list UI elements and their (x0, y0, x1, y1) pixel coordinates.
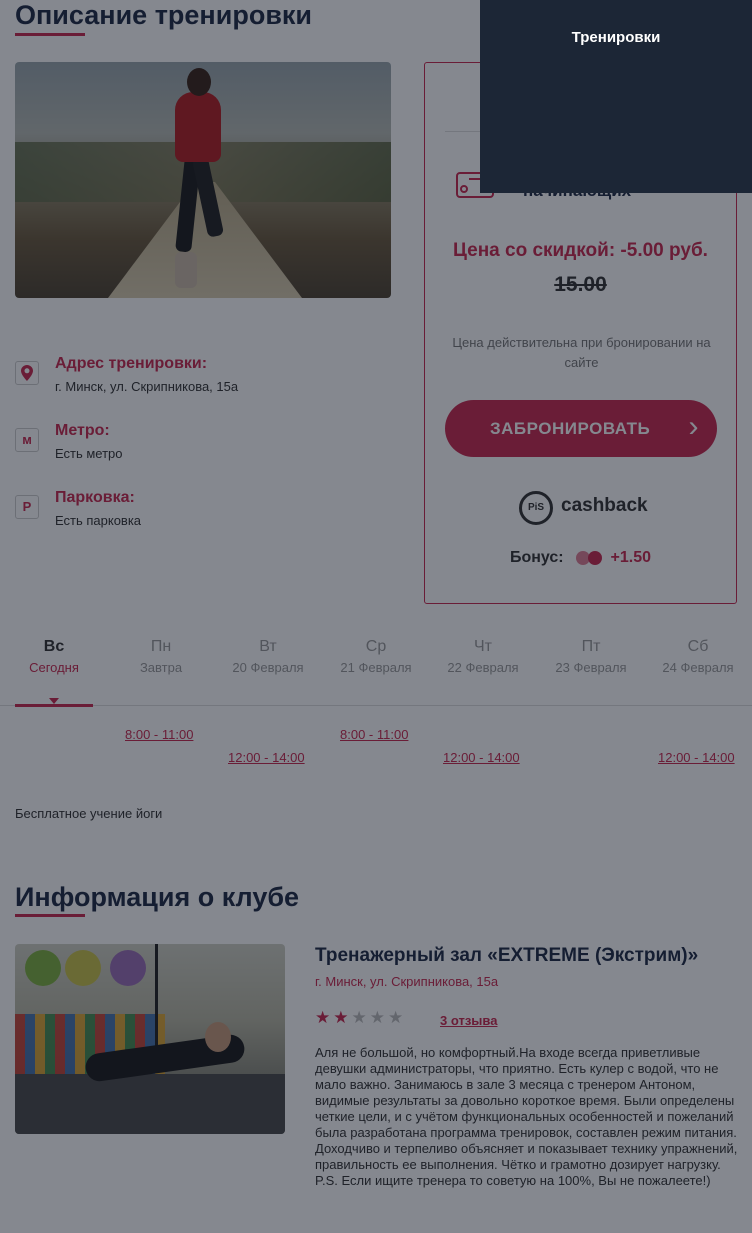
nav-dropdown-panel: Тренировки (480, 0, 752, 193)
nav-menu-trainings[interactable]: Тренировки (480, 29, 752, 46)
